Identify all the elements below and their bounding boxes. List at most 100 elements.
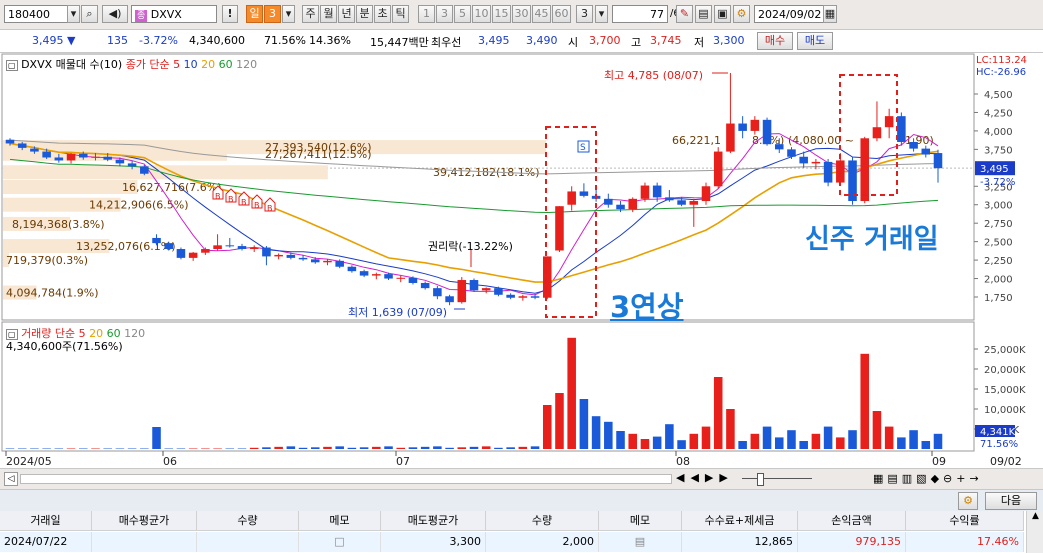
period-button-주[interactable]: 주	[302, 5, 319, 23]
price-tick-label: 4,250	[984, 108, 1013, 119]
period-button-3[interactable]: 3	[436, 5, 453, 23]
low-label: 저	[694, 36, 705, 49]
price-tick-label: 2,500	[984, 238, 1013, 249]
candle-body	[750, 119, 760, 131]
period-button-60[interactable]: 60	[552, 5, 571, 23]
chart-canvas[interactable]: 27,393,540(12.6%)27,267,411(12.5%)39,412…	[0, 53, 1043, 469]
period-button-틱[interactable]: 틱	[392, 5, 409, 23]
period-button-1[interactable]: 1	[418, 5, 435, 23]
volume-bar	[347, 447, 357, 449]
last-pct-label: -3.72%	[980, 177, 1015, 188]
date-value: 2024/09/02	[758, 8, 822, 21]
price-tick-label: 1,750	[984, 293, 1013, 304]
tool-icon[interactable]: ✎	[676, 5, 693, 23]
date-input[interactable]: 2024/09/02	[754, 5, 824, 23]
volume-bar	[555, 393, 564, 449]
candle-body	[628, 198, 638, 210]
candle-body	[176, 249, 186, 258]
candle-body	[359, 271, 369, 276]
candle-body	[5, 139, 15, 144]
period-button-30[interactable]: 30	[512, 5, 531, 23]
table-cell-6[interactable]: ▤	[599, 532, 682, 552]
table-scrollbar[interactable]: ▲	[1026, 511, 1043, 553]
buy-button[interactable]: 매수	[757, 32, 793, 50]
volume-pct-label: 71.56%	[980, 439, 1018, 450]
chart-type-icon[interactable]: ▤	[695, 5, 712, 23]
code-dropdown-button[interactable]: ▾	[67, 5, 80, 23]
stock-code-input[interactable]: 180400	[4, 5, 70, 23]
sell-button[interactable]: 매도	[797, 32, 833, 50]
stock-name-field[interactable]: 종 DXVX	[131, 5, 217, 23]
table-cell-3[interactable]: □	[299, 532, 381, 552]
bar-count-input[interactable]: 77	[612, 5, 668, 23]
date-right-label: 09/02	[990, 455, 1022, 468]
volume-bar	[933, 433, 943, 449]
candle-body	[457, 280, 467, 303]
period-button-분[interactable]: 분	[356, 5, 373, 23]
price-tick-label: 4,500	[984, 90, 1013, 101]
calendar-icon[interactable]: ▦	[823, 5, 837, 23]
price-tick-label: 2,750	[984, 219, 1013, 230]
volume-bar	[286, 446, 296, 449]
volume-bar	[506, 447, 515, 449]
period-button-일[interactable]: 일	[246, 5, 263, 23]
period-dropdown-button[interactable]: ▾	[282, 5, 295, 23]
stock-name: DXVX	[150, 8, 182, 21]
nav-left-icon[interactable]: ◁	[4, 472, 18, 486]
current-price: 3,495	[32, 34, 64, 47]
volume-tick-label: 20,000K	[984, 365, 1026, 376]
playback-controls[interactable]: ◀◀▶▶	[676, 471, 734, 484]
period-button-5[interactable]: 5	[454, 5, 471, 23]
table-header-5: 수량	[486, 511, 599, 531]
speaker-icon[interactable]: ◀)	[102, 5, 128, 23]
stock-code-value: 180400	[8, 8, 50, 21]
volume-profile-label: 4,094,784(1.9%)	[6, 287, 99, 300]
table-cell-4: 3,300	[381, 532, 486, 552]
candle-body	[152, 237, 161, 244]
period-button-월[interactable]: 월	[320, 5, 337, 23]
candle-body	[445, 296, 454, 303]
candle-body	[518, 296, 528, 298]
alert-button[interactable]: !	[222, 5, 238, 23]
volume-profile-label: 8,194,368(3.8%)	[12, 218, 105, 231]
period-button-45[interactable]: 45	[532, 5, 551, 23]
candle-body	[347, 266, 357, 272]
next-button[interactable]: 다음	[985, 492, 1037, 510]
scroll-up-icon[interactable]: ▲	[1027, 511, 1043, 521]
volume-bar	[481, 446, 491, 449]
period-button-년[interactable]: 년	[338, 5, 355, 23]
panel-settings-icon[interactable]: ⚙	[958, 492, 978, 510]
hc-label: HC:-26.96	[976, 67, 1027, 78]
minute-dropdown-button[interactable]: ▾	[595, 5, 608, 23]
period-button-15[interactable]: 15	[492, 5, 511, 23]
period-button-3[interactable]: 3	[264, 5, 281, 23]
stock-chart[interactable]: 27,393,540(12.6%) 27,267,411(12.5%) 39,412…	[0, 53, 1043, 469]
candle-body	[420, 282, 430, 289]
period-button-3[interactable]: 3	[576, 5, 593, 23]
legend-ma120: 120	[236, 58, 258, 71]
period-button-초[interactable]: 초	[374, 5, 391, 23]
legend-ma5: 종가 단순 5	[125, 58, 181, 71]
zoom-slider-handle[interactable]	[757, 473, 764, 486]
volume-bar	[762, 426, 772, 449]
turnover: 14.36%	[309, 34, 351, 47]
volume-bar	[518, 446, 528, 449]
save-icon[interactable]: ▣	[714, 5, 731, 23]
last-price-label: 3,495	[980, 164, 1009, 175]
table-header-9: 수익률	[906, 511, 1024, 531]
table-header-2: 수량	[197, 511, 299, 531]
candle-body	[54, 157, 64, 161]
volume-last-label: 4,341K	[980, 427, 1016, 438]
candle-body	[677, 200, 686, 205]
chart-tool-icons[interactable]: ▦▤▥▧◆⊖+→	[873, 472, 983, 485]
period-button-10[interactable]: 10	[472, 5, 491, 23]
search-icon[interactable]: ⌕	[81, 5, 98, 23]
price-tick-label: 2,000	[984, 275, 1013, 286]
rights-note: 권리락(-13.22%)	[428, 240, 513, 253]
zoom-slider[interactable]	[742, 478, 812, 479]
new-share-annotation: 신주 거래일	[805, 224, 939, 255]
settings-icon[interactable]: ⚙	[733, 5, 750, 23]
chart-scroll-track[interactable]	[20, 474, 672, 484]
volume-tick-label: 25,000K	[984, 345, 1026, 356]
volume-bar	[298, 447, 308, 449]
